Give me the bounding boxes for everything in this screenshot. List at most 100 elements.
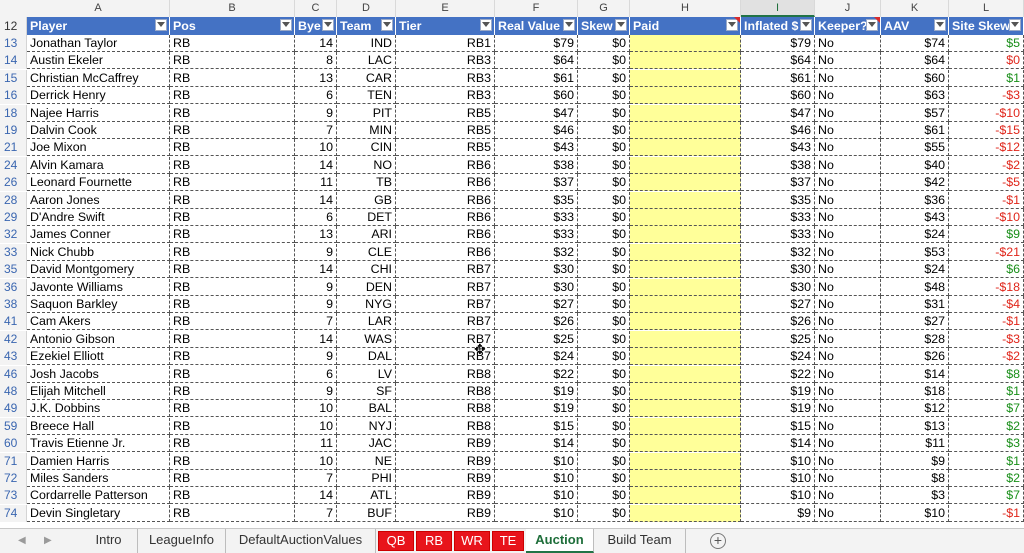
cell-skew[interactable]: $0 <box>578 52 630 70</box>
cell-player[interactable]: Dalvin Cook <box>27 122 170 139</box>
cell-skew[interactable]: $0 <box>578 174 630 192</box>
cell-bye[interactable]: 6 <box>295 87 337 105</box>
cell-pos[interactable]: RB <box>170 470 295 487</box>
cell-tier[interactable]: RB5 <box>396 122 495 139</box>
cell-pos[interactable]: RB <box>170 504 295 522</box>
cell-aav[interactable]: $14 <box>881 365 949 383</box>
cell-real-value[interactable]: $38 <box>495 156 578 174</box>
cell-keeper[interactable]: No <box>815 400 881 418</box>
cell-team[interactable]: TEN <box>337 87 396 105</box>
filter-dropdown-icon[interactable] <box>322 19 334 31</box>
cell-skew[interactable]: $0 <box>578 35 630 52</box>
cell-site-skew[interactable]: -$10 <box>949 209 1024 226</box>
cell-skew[interactable]: $0 <box>578 261 630 279</box>
cell-pos[interactable]: RB <box>170 35 295 52</box>
cell-team[interactable]: NYG <box>337 296 396 313</box>
tab-intro[interactable]: Intro <box>80 529 138 553</box>
cell-tier[interactable]: RB8 <box>396 365 495 383</box>
cell-tier[interactable]: RB7 <box>396 278 495 296</box>
cell-aav[interactable]: $27 <box>881 313 949 331</box>
cell-player[interactable]: Antonio Gibson <box>27 330 170 348</box>
cell-keeper[interactable]: No <box>815 452 881 470</box>
cell-aav[interactable]: $26 <box>881 348 949 366</box>
tab-defaultauctionvalues[interactable]: DefaultAuctionValues <box>226 529 376 553</box>
cell-keeper[interactable]: No <box>815 417 881 435</box>
cell-keeper[interactable]: No <box>815 226 881 244</box>
cell-team[interactable]: LV <box>337 365 396 383</box>
tab-rb[interactable]: RB <box>416 531 452 551</box>
column-letter-k[interactable]: K <box>881 0 949 17</box>
cell-bye[interactable]: 7 <box>295 470 337 487</box>
cell-tier[interactable]: RB9 <box>396 504 495 522</box>
cell-site-skew[interactable]: $8 <box>949 365 1024 383</box>
cell-aav[interactable]: $24 <box>881 226 949 244</box>
add-sheet-icon[interactable]: + <box>710 533 726 549</box>
cell-real-value[interactable]: $26 <box>495 313 578 331</box>
cell-bye[interactable]: 9 <box>295 296 337 313</box>
cell-team[interactable]: PIT <box>337 104 396 122</box>
cell-inflated[interactable]: $61 <box>741 69 815 87</box>
cell-real-value[interactable]: $14 <box>495 435 578 453</box>
cell-pos[interactable]: RB <box>170 209 295 226</box>
cell-paid[interactable] <box>630 400 741 418</box>
cell-aav[interactable]: $74 <box>881 35 949 52</box>
row-number[interactable]: 14 <box>0 52 27 70</box>
cell-real-value[interactable]: $35 <box>495 191 578 209</box>
cell-site-skew[interactable]: $6 <box>949 261 1024 279</box>
filter-dropdown-icon[interactable] <box>155 19 167 31</box>
cell-tier[interactable]: RB8 <box>396 383 495 400</box>
cell-player[interactable]: Leonard Fournette <box>27 174 170 192</box>
row-number[interactable]: 28 <box>0 191 27 209</box>
cell-player[interactable]: Breece Hall <box>27 417 170 435</box>
row-number[interactable]: 19 <box>0 122 27 139</box>
cell-skew[interactable]: $0 <box>578 87 630 105</box>
cell-paid[interactable] <box>630 226 741 244</box>
cell-real-value[interactable]: $61 <box>495 69 578 87</box>
cell-bye[interactable]: 10 <box>295 400 337 418</box>
cell-real-value[interactable]: $10 <box>495 452 578 470</box>
cell-paid[interactable] <box>630 52 741 70</box>
cell-team[interactable]: DAL <box>337 348 396 366</box>
cell-paid[interactable] <box>630 504 741 522</box>
cell-bye[interactable]: 13 <box>295 69 337 87</box>
cell-paid[interactable] <box>630 313 741 331</box>
column-letter-g[interactable]: G <box>578 0 630 17</box>
filter-dropdown-icon[interactable] <box>800 19 812 31</box>
cell-skew[interactable]: $0 <box>578 330 630 348</box>
cell-skew[interactable]: $0 <box>578 487 630 505</box>
cell-paid[interactable] <box>630 470 741 487</box>
column-letter-f[interactable]: F <box>495 0 578 17</box>
cell-player[interactable]: Aaron Jones <box>27 191 170 209</box>
cell-aav[interactable]: $3 <box>881 487 949 505</box>
cell-aav[interactable]: $31 <box>881 296 949 313</box>
cell-real-value[interactable]: $37 <box>495 174 578 192</box>
cell-real-value[interactable]: $22 <box>495 365 578 383</box>
cell-team[interactable]: SF <box>337 383 396 400</box>
cell-paid[interactable] <box>630 209 741 226</box>
cell-team[interactable]: BUF <box>337 504 396 522</box>
cell-skew[interactable]: $0 <box>578 452 630 470</box>
cell-pos[interactable]: RB <box>170 383 295 400</box>
cell-skew[interactable]: $0 <box>578 122 630 139</box>
cell-bye[interactable]: 7 <box>295 504 337 522</box>
cell-tier[interactable]: RB7 <box>396 313 495 331</box>
filter-applied-icon[interactable] <box>280 19 292 31</box>
row-number[interactable]: 46 <box>0 365 27 383</box>
cell-tier[interactable]: RB5 <box>396 104 495 122</box>
cell-bye[interactable]: 14 <box>295 156 337 174</box>
cell-player[interactable]: David Montgomery <box>27 261 170 279</box>
column-letter-h[interactable]: H <box>630 0 741 17</box>
row-number[interactable]: 26 <box>0 174 27 192</box>
cell-tier[interactable]: RB6 <box>396 209 495 226</box>
cell-keeper[interactable]: No <box>815 87 881 105</box>
cell-player[interactable]: Josh Jacobs <box>27 365 170 383</box>
cell-player[interactable]: Damien Harris <box>27 452 170 470</box>
cell-bye[interactable]: 14 <box>295 487 337 505</box>
cell-pos[interactable]: RB <box>170 261 295 279</box>
cell-inflated[interactable]: $10 <box>741 470 815 487</box>
cell-bye[interactable]: 6 <box>295 365 337 383</box>
cell-site-skew[interactable]: -$10 <box>949 104 1024 122</box>
cell-bye[interactable]: 9 <box>295 104 337 122</box>
cell-skew[interactable]: $0 <box>578 69 630 87</box>
cell-keeper[interactable]: No <box>815 470 881 487</box>
